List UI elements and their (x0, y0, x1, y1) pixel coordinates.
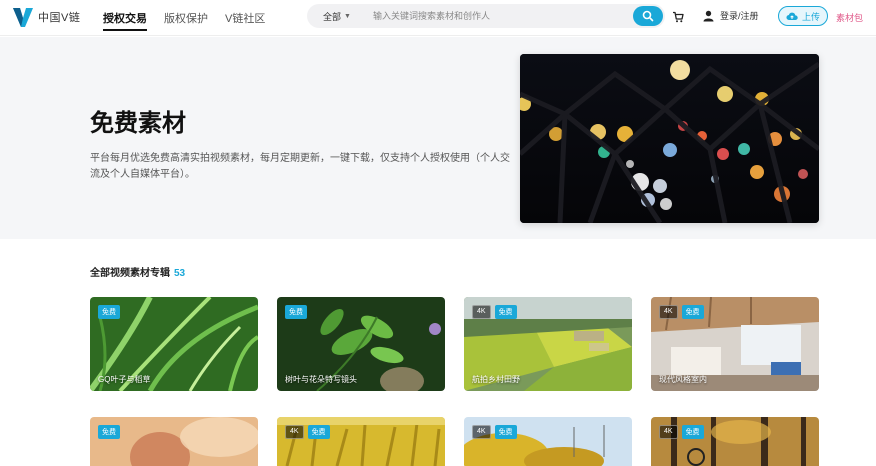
user-icon (703, 10, 714, 21)
chevron-down-icon: ▼ (344, 12, 351, 20)
card-badges: 4K 免费 (659, 305, 704, 319)
logo[interactable]: 中国V链 (12, 6, 80, 28)
material-card[interactable]: 4K 免费 现代风格室内 (651, 297, 819, 391)
card-badges: 免费 (98, 305, 120, 319)
nav-item-community[interactable]: V链社区 (225, 10, 265, 31)
section-count: 53 (174, 268, 186, 279)
material-card[interactable]: 4K 免费 (464, 417, 632, 466)
card-label: GQ叶子与稻草 (98, 375, 151, 384)
main-nav: 授权交易 版权保护 V链社区 (103, 10, 265, 31)
material-card[interactable]: 4K 免费 (651, 417, 819, 466)
search-input[interactable] (372, 11, 613, 21)
free-badge: 免费 (285, 305, 307, 319)
section-title-text: 全部视频素材专辑 (90, 268, 170, 279)
4k-badge: 4K (285, 425, 304, 439)
material-card[interactable]: 免费 (90, 417, 258, 466)
upload-button[interactable]: 上传 (778, 6, 828, 26)
card-badges: 免费 (285, 305, 307, 319)
user-login[interactable]: 登录/注册 (703, 9, 759, 22)
free-badge: 免费 (494, 425, 517, 439)
hero-image (520, 54, 819, 223)
page-title: 免费素材 (90, 109, 186, 137)
card-label: 树叶与花朵特写镜头 (285, 375, 357, 384)
cart-button[interactable] (672, 10, 684, 28)
material-card[interactable]: 免费 树叶与花朵特写镜头 (277, 297, 445, 391)
search-category-select[interactable]: 全部 ▼ (323, 10, 351, 23)
search-category-label: 全部 (323, 11, 342, 22)
nav-item-copyright[interactable]: 版权保护 (164, 10, 208, 31)
card-badges: 免费 (98, 425, 120, 439)
vip-link[interactable]: 素材包 (836, 11, 863, 24)
cloud-upload-icon (786, 12, 798, 21)
top-header: 中国V链 授权交易 版权保护 V链社区 全部 ▼ 登录/注册 (0, 0, 876, 36)
free-badge: 免费 (98, 305, 120, 319)
free-badge: 免费 (98, 425, 120, 439)
search-icon (642, 10, 654, 22)
4k-badge: 4K (659, 425, 678, 439)
upload-button-label: 上传 (801, 11, 820, 22)
card-badges: 4K 免费 (472, 425, 517, 439)
free-badge: 免费 (681, 425, 704, 439)
4k-badge: 4K (659, 305, 678, 319)
free-badge: 免费 (494, 305, 517, 319)
4k-badge: 4K (472, 425, 491, 439)
free-badge: 免费 (681, 305, 704, 319)
logo-text: 中国V链 (38, 12, 81, 24)
cart-icon (673, 11, 684, 23)
free-badge: 免费 (307, 425, 330, 439)
hero-description: 平台每月优选免费高清实拍视频素材，每月定期更新，一键下载，仅支持个人授权使用（个… (90, 153, 510, 180)
search-button[interactable] (633, 6, 663, 26)
bokeh-fence-image (520, 54, 819, 223)
material-card[interactable]: 4K 免费 (277, 417, 445, 466)
card-badges: 4K 免费 (659, 425, 704, 439)
material-card[interactable]: 免费 GQ叶子与稻草 (90, 297, 258, 391)
4k-badge: 4K (472, 305, 491, 319)
section-title: 全部视频素材专辑 53 (90, 264, 185, 279)
nav-item-trade[interactable]: 授权交易 (103, 10, 147, 31)
card-label: 现代风格室内 (659, 375, 707, 384)
card-label: 航拍乡村田野 (472, 375, 520, 384)
logo-v-icon (13, 8, 33, 27)
card-badges: 4K 免费 (285, 425, 330, 439)
user-login-label: 登录/注册 (720, 11, 759, 21)
card-badges: 4K 免费 (472, 305, 517, 319)
hero-banner: 免费素材 平台每月优选免费高清实拍视频素材，每月定期更新，一键下载，仅支持个人授… (0, 37, 876, 239)
material-card[interactable]: 4K 免费 航拍乡村田野 (464, 297, 632, 391)
search-bar: 全部 ▼ (307, 4, 665, 28)
